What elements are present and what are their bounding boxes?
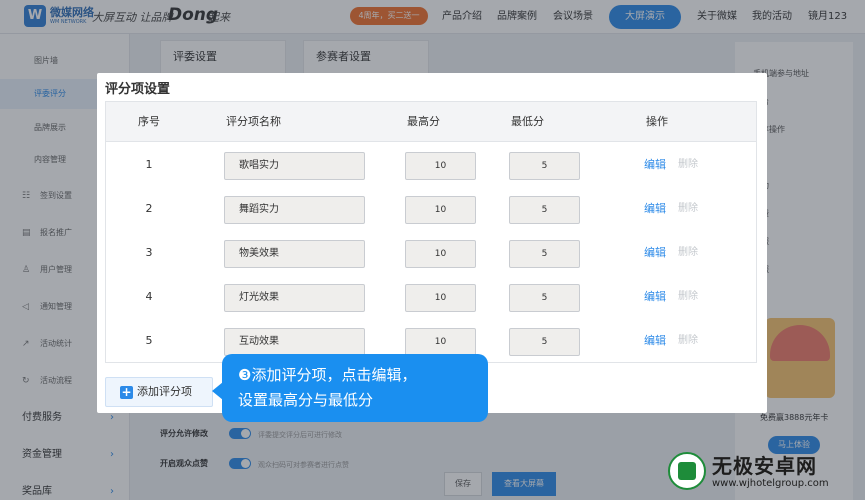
edit-link[interactable]: 编辑 [644, 143, 666, 187]
min-score-field[interactable]: 5 [509, 284, 580, 312]
min-score-field[interactable]: 5 [509, 196, 580, 224]
row-index: 5 [145, 334, 153, 347]
item-name-field[interactable]: 互动效果 [224, 328, 365, 356]
row-index: 2 [145, 202, 153, 215]
max-score-field[interactable]: 10 [405, 152, 476, 180]
delete-link[interactable]: 删除 [678, 231, 698, 275]
item-name-field[interactable]: 物美效果 [224, 240, 365, 268]
min-score-field[interactable]: 5 [509, 152, 580, 180]
delete-link[interactable]: 删除 [678, 319, 698, 363]
max-score-field[interactable]: 10 [405, 328, 476, 356]
site-watermark: 无极安卓网 www.wjhotelgroup.com [668, 446, 860, 496]
scoring-items-table: 序号 评分项名称 最高分 最低分 操作 1 歌唱实力 10 5 编辑 删除 2 … [105, 101, 757, 363]
table-row: 4 灯光效果 10 5 编辑 删除 [106, 275, 756, 319]
row-index: 3 [145, 246, 153, 259]
add-scoring-item-label: 添加评分项 [137, 385, 192, 398]
delete-link[interactable]: 删除 [678, 187, 698, 231]
column-header-name: 评分项名称 [226, 115, 281, 128]
edit-link[interactable]: 编辑 [644, 319, 666, 363]
column-header-actions: 操作 [646, 115, 668, 128]
table-row: 3 物美效果 10 5 编辑 删除 [106, 231, 756, 275]
column-header-max: 最高分 [407, 115, 440, 128]
table-header: 序号 评分项名称 最高分 最低分 操作 [106, 102, 756, 142]
dialog-title: 评分项设置 [105, 82, 171, 97]
edit-link[interactable]: 编辑 [644, 275, 666, 319]
watermark-url: www.wjhotelgroup.com [712, 478, 829, 489]
column-header-min: 最低分 [511, 115, 544, 128]
delete-link[interactable]: 删除 [678, 143, 698, 187]
max-score-field[interactable]: 10 [405, 240, 476, 268]
callout-line-2: 设置最高分与最低分 [238, 391, 374, 409]
add-scoring-item-button[interactable]: + 添加评分项 [105, 377, 213, 407]
row-index: 1 [145, 158, 153, 171]
watermark-logo-icon [668, 452, 706, 490]
table-row: 1 歌唱实力 10 5 编辑 删除 [106, 143, 756, 187]
max-score-field[interactable]: 10 [405, 284, 476, 312]
min-score-field[interactable]: 5 [509, 328, 580, 356]
item-name-field[interactable]: 舞蹈实力 [224, 196, 365, 224]
tutorial-callout: ❸添加评分项，点击编辑， 设置最高分与最低分 [212, 354, 488, 422]
item-name-field[interactable]: 灯光效果 [224, 284, 365, 312]
edit-link[interactable]: 编辑 [644, 187, 666, 231]
column-header-index: 序号 [138, 115, 160, 128]
plus-icon: + [120, 385, 133, 399]
max-score-field[interactable]: 10 [405, 196, 476, 224]
watermark-title: 无极安卓网 [712, 454, 817, 478]
table-row: 2 舞蹈实力 10 5 编辑 删除 [106, 187, 756, 231]
edit-link[interactable]: 编辑 [644, 231, 666, 275]
callout-line-1: ❸添加评分项，点击编辑， [238, 366, 417, 384]
row-index: 4 [145, 290, 153, 303]
delete-link[interactable]: 删除 [678, 275, 698, 319]
item-name-field[interactable]: 歌唱实力 [224, 152, 365, 180]
min-score-field[interactable]: 5 [509, 240, 580, 268]
